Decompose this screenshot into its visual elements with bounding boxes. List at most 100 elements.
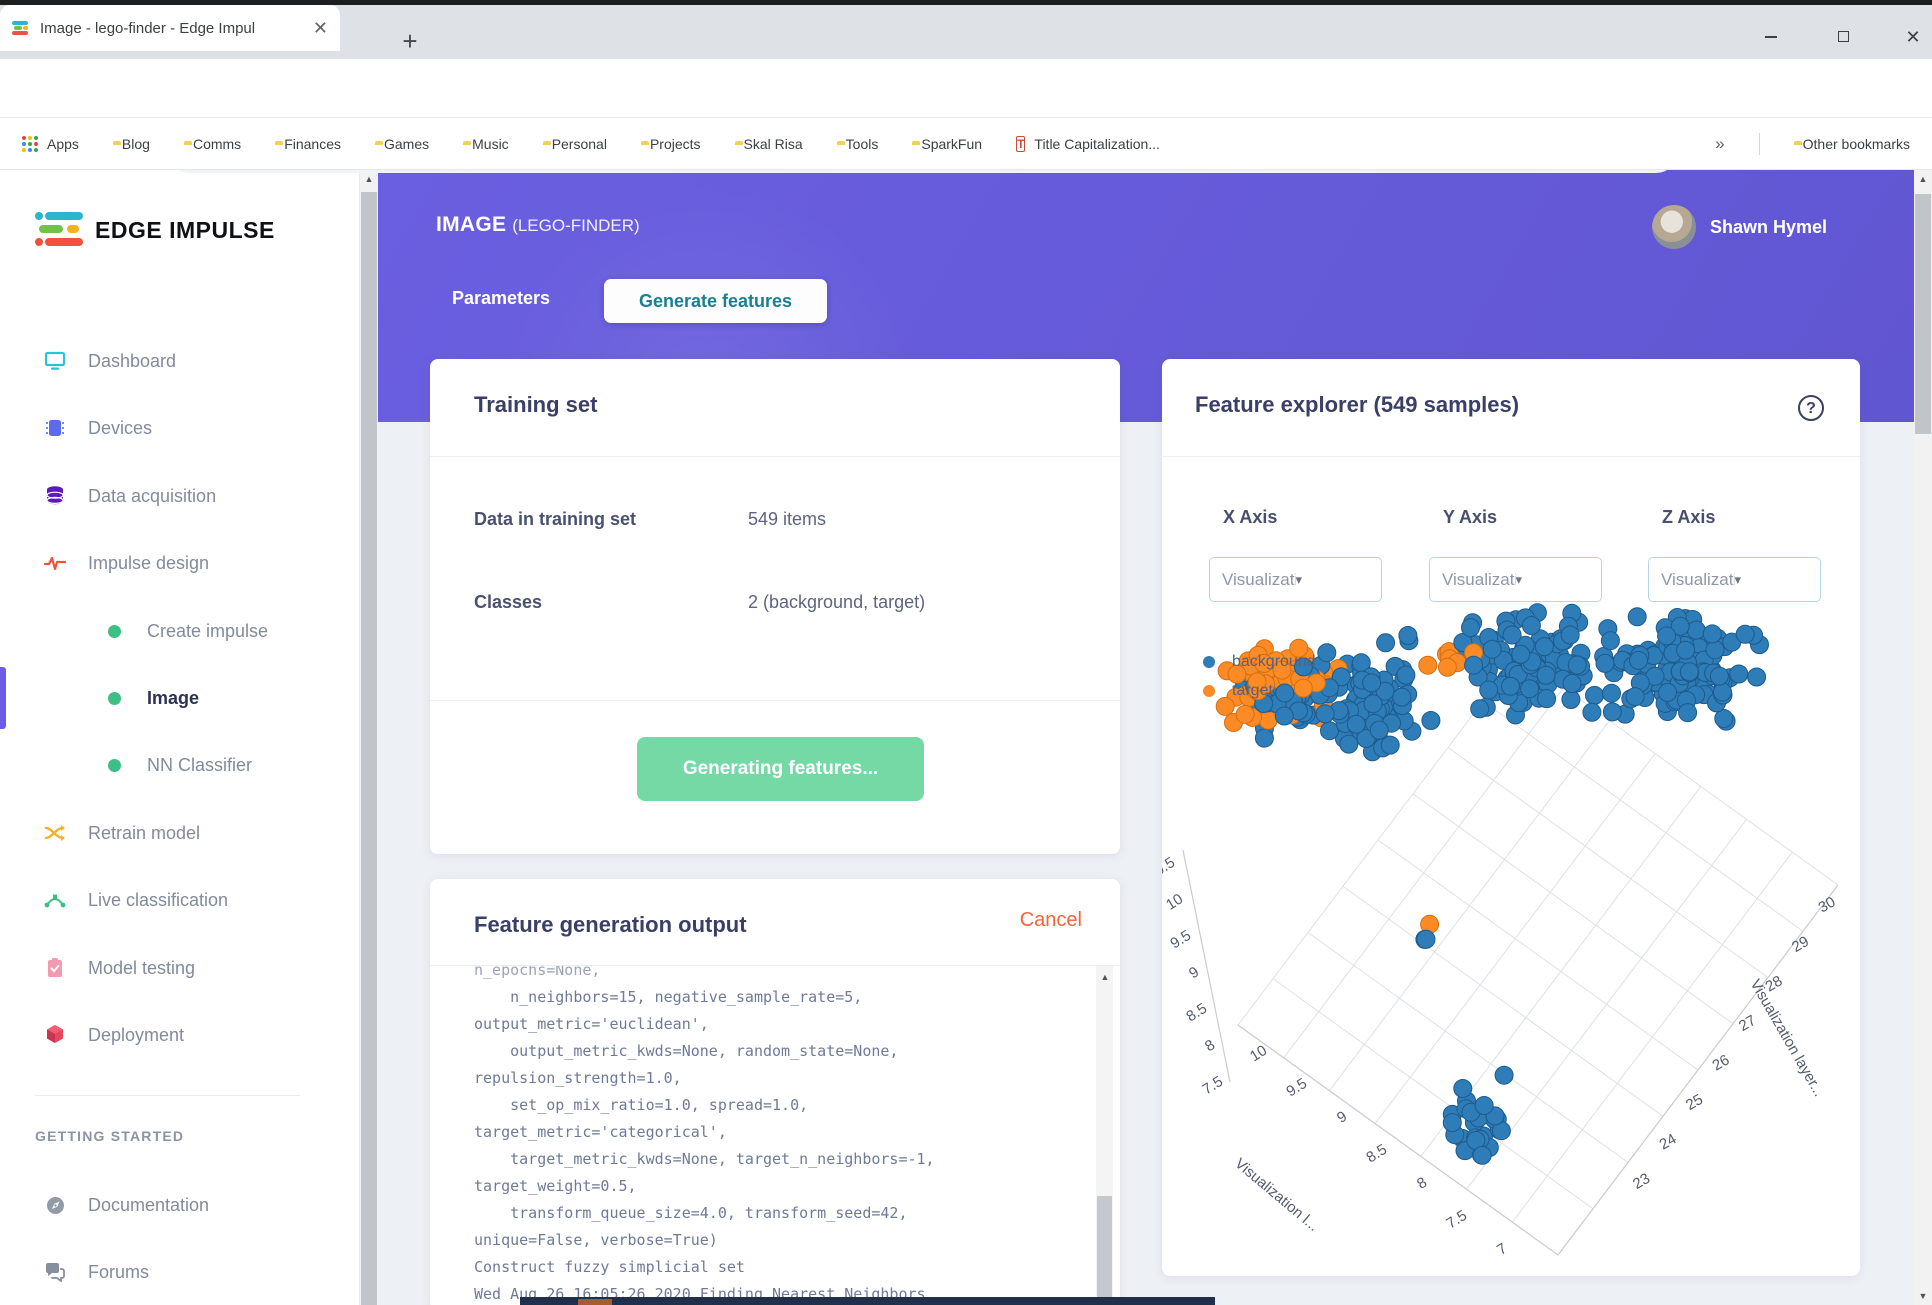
bookmark-item[interactable]: Personal [543, 136, 607, 152]
scatter-point [1560, 625, 1580, 645]
bookmark-item[interactable]: Tools [837, 136, 879, 152]
user-menu[interactable]: Shawn Hymel [1652, 205, 1827, 249]
chevron-down-icon: ▾ [1515, 571, 1523, 587]
sidebar-item-forums[interactable]: Forums [0, 1249, 360, 1295]
bookmark-label: Comms [192, 135, 242, 152]
training-set-card: Training set Data in training set 549 it… [430, 359, 1120, 854]
window-minimize-button[interactable] [1756, 23, 1786, 53]
sidebar-item-label: Image [147, 687, 200, 708]
sidebar-item-label: Forums [88, 1261, 150, 1282]
other-bookmarks[interactable]: Other bookmarks [1794, 136, 1910, 152]
live-classification-icon [44, 891, 66, 909]
active-item-indicator [0, 667, 6, 729]
z-axis-label: Z Axis [1662, 507, 1716, 527]
bookmark-label: Projects [649, 135, 701, 152]
axis-tick-label: 7.5 [1443, 1207, 1470, 1232]
content-scrollbar-left[interactable]: ▲ [360, 170, 378, 1305]
window-scrollbar[interactable]: ▲ ▼ [1914, 170, 1932, 1305]
axis-tick-label: 9 [1334, 1108, 1350, 1127]
scroll-up-icon[interactable]: ▲ [1914, 170, 1932, 188]
scroll-up-icon[interactable]: ▲ [1096, 968, 1114, 986]
tab-parameters[interactable]: Parameters [452, 288, 550, 309]
axis-tick-label: 25 [1683, 1091, 1706, 1114]
sidebar-item-dashboard[interactable]: Dashboard [0, 338, 360, 384]
generating-features-button[interactable]: Generating features... [637, 737, 924, 801]
x-axis-select[interactable]: Visualizatio▾ [1209, 557, 1382, 602]
bookmark-item[interactable]: SparkFun [912, 136, 982, 152]
bookmark-item[interactable]: Games [375, 136, 429, 152]
scatter-point [1561, 690, 1581, 709]
y-axis-select[interactable]: Visualizatio▾ [1429, 557, 1602, 602]
sidebar-item-retrain-model[interactable]: Retrain model [0, 810, 360, 856]
card-title: Training set [474, 392, 598, 417]
tab-generate-features[interactable]: Generate features [604, 279, 827, 323]
sidebar-item-model-testing[interactable]: Model testing [0, 945, 360, 991]
divider [430, 456, 1120, 457]
edge-impulse-logo[interactable]: EDGE IMPULSE [35, 210, 275, 250]
cancel-link[interactable]: Cancel [1020, 909, 1082, 932]
tab-close-icon[interactable]: ✕ [313, 18, 328, 39]
scatter-point [1258, 710, 1278, 730]
sidebar-item-deployment[interactable]: Deployment [0, 1012, 360, 1058]
scatter-point [1702, 624, 1722, 644]
scatter-point [1729, 664, 1749, 684]
legend-item-background[interactable]: background [1203, 653, 1316, 671]
edge-impulse-logo-icon [35, 210, 83, 250]
scrollbar-thumb[interactable] [1097, 1196, 1112, 1305]
sidebar-item-data-acquisition[interactable]: Data acquisition [0, 473, 360, 519]
scatter-point [1275, 683, 1295, 703]
bookmark-label: Blog [121, 135, 150, 152]
legend-item-target[interactable]: target [1203, 682, 1273, 700]
browser-tab[interactable]: Image - lego-finder - Edge Impul ✕ [0, 5, 340, 51]
console-scrollbar[interactable]: ▲ [1096, 966, 1113, 1305]
axis-tick-label: 9.5 [1283, 1075, 1310, 1100]
scrollbar-thumb[interactable] [1915, 194, 1931, 434]
bookmarks-overflow-icon[interactable]: » [1715, 134, 1724, 154]
scatter-point [1315, 704, 1335, 724]
axis-tick-label: 10.5 [1162, 854, 1178, 884]
bookmark-label: Skal Risa [743, 135, 803, 152]
axis-tick-label: 8.5 [1183, 1000, 1210, 1025]
favicon-edge-impulse-icon [12, 20, 30, 36]
sidebar-item-documentation[interactable]: Documentation [0, 1182, 360, 1228]
z-axis-select[interactable]: Visualizatio▾ [1648, 557, 1821, 602]
scatter-point [1464, 655, 1484, 675]
bookmark-item[interactable]: Finances [275, 136, 341, 152]
sidebar-item-create-impulse[interactable]: Create impulse [0, 608, 360, 654]
sidebar-item-impulse-design[interactable]: Impulse design [0, 540, 360, 586]
bookmark-item[interactable]: Projects [641, 136, 701, 152]
help-icon[interactable]: ? [1798, 395, 1824, 421]
console-output[interactable]: n_epochs=None, n_neighbors=15, negative_… [430, 966, 1120, 1305]
scatter-point [1472, 1145, 1492, 1165]
console-selection-strip [520, 1297, 1215, 1305]
green-dot-icon [103, 691, 125, 705]
bookmark-label: SparkFun [921, 135, 983, 152]
scatter-point [1585, 685, 1604, 705]
new-tab-button[interactable]: + [395, 27, 425, 57]
window-maximize-button[interactable] [1828, 23, 1858, 53]
edge-impulse-logo-text: EDGE IMPULSE [95, 216, 275, 243]
bookmark-item[interactable]: Blog [113, 136, 150, 152]
bookmark-item[interactable]: T Title Capitalization... [1016, 135, 1160, 152]
feature-explorer-3d-plot[interactable]: 10.5109.598.587.5109.598.587.57302928272… [1162, 359, 1860, 1276]
sidebar: EDGE IMPULSE Dashboard Devices Data acquis… [0, 170, 360, 1305]
scrollbar-thumb[interactable] [361, 192, 377, 1305]
bookmark-item[interactable]: Music [463, 136, 509, 152]
legend-dot-target [1203, 685, 1215, 697]
sidebar-item-live-classification[interactable]: Live classification [0, 877, 360, 923]
sidebar-item-label: Live classification [88, 889, 229, 910]
dashboard-icon [44, 351, 66, 371]
sidebar-item-nn-classifier[interactable]: NN Classifier [0, 742, 360, 788]
scatter-point [1627, 607, 1647, 627]
bookmark-item[interactable]: Apps [22, 135, 79, 152]
scatter-point [1421, 711, 1441, 730]
bookmark-item[interactable]: Comms [184, 136, 241, 152]
sidebar-item-devices[interactable]: Devices [0, 405, 360, 451]
bookmark-item[interactable]: Skal Risa [735, 136, 803, 152]
sidebar-item-image[interactable]: Image [0, 675, 360, 721]
window-close-button[interactable]: ✕ [1898, 23, 1928, 53]
green-dot-icon [103, 624, 125, 638]
scroll-down-icon[interactable]: ▼ [1914, 1287, 1932, 1305]
scatter-point [1713, 682, 1732, 702]
documentation-icon [44, 1195, 66, 1216]
